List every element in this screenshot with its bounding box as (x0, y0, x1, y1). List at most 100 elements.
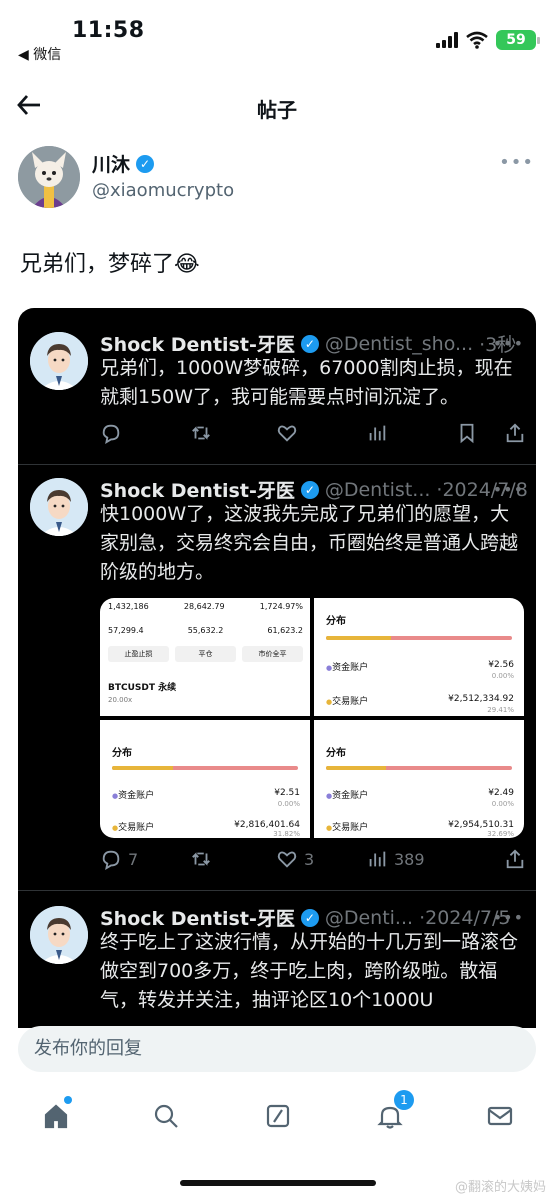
verified-badge-icon: ✓ (300, 334, 319, 353)
trade-label: 交易账户 (326, 820, 368, 833)
like-icon (276, 422, 298, 444)
trade-label: 交易账户 (326, 694, 368, 707)
tweet-actions (100, 422, 530, 448)
trade-row-2: 57,299.4 55,632.2 61,623.2 (108, 626, 303, 635)
author-handle[interactable]: @xiaomucrypto (92, 180, 234, 201)
nav-messages[interactable] (482, 1098, 518, 1134)
trade-pct: 29.41% (487, 706, 514, 714)
take-profit-button: 止盈止损 (108, 646, 169, 662)
trade-label: 交易账户 (112, 820, 154, 833)
trade-value: 1,724.97% (259, 602, 303, 611)
fund-pct: 0.00% (277, 800, 300, 808)
divider (18, 890, 536, 891)
like-count: 3 (276, 848, 314, 870)
tweet-header: Shock Dentist-牙医 ✓ @Denti... ·2024/7/5 (100, 904, 510, 931)
trade-row: 交易账户 ¥2,512,334.92 (326, 694, 514, 707)
verified-badge-icon: ✓ (300, 480, 319, 499)
tweet-actions: 7 3 389 (100, 848, 530, 874)
bookmark-icon (456, 422, 478, 444)
tile-title: 分布 (112, 748, 132, 759)
status-time: 11:58 (72, 18, 145, 43)
watermark: @翻滚的大姨妈 (454, 1180, 546, 1195)
views-icon (369, 851, 386, 867)
tile-title: 分布 (326, 748, 346, 759)
trade-pair: BTCUSDT 永续 (108, 683, 177, 693)
like-count-text: 3 (304, 849, 315, 869)
distribution-bar (112, 766, 298, 770)
divider (18, 464, 536, 465)
home-indicator[interactable] (180, 1180, 376, 1186)
tile-title: 分布 (326, 616, 346, 627)
notification-badge: 1 (394, 1090, 414, 1110)
status-icons: 59 (436, 30, 540, 50)
trade-pct: 32.69% (487, 830, 514, 838)
fund-pct: 0.00% (491, 672, 514, 680)
nav-home[interactable] (38, 1096, 74, 1134)
nav-notifications[interactable]: 1 (372, 1090, 414, 1134)
post-text: 兄弟们，梦碎了😂 (20, 252, 200, 277)
tweet-handle: @Dentist_sho... (324, 332, 474, 355)
close-position-button: 平仓 (175, 646, 236, 662)
verified-badge-icon: ✓ (136, 154, 155, 173)
views-count: 389 (366, 848, 425, 870)
reply-count-text: 7 (128, 849, 139, 869)
fund-label: 资金账户 (326, 788, 368, 801)
tweet-handle: @Dentist... (324, 478, 431, 501)
verified-badge-icon: ✓ (300, 908, 319, 927)
home-unread-dot (64, 1096, 72, 1104)
dentist-avatar (30, 478, 88, 536)
trade-value: 61,623.2 (267, 626, 303, 635)
market-close-button: 市价全平 (242, 646, 303, 662)
grok-icon (266, 1104, 290, 1128)
trade-value: 57,299.4 (108, 626, 144, 635)
back-to-app-link[interactable]: ◀ 微信 (18, 44, 61, 64)
dentist-avatar (30, 332, 88, 390)
battery-icon: 59 (496, 30, 540, 50)
trade-screenshot: 1,432,186 28,642.79 1,724.97% 57,299.4 5… (100, 598, 310, 716)
more-options-icon: ••• (492, 908, 524, 927)
wifi-icon (466, 31, 488, 49)
embedded-screenshot[interactable]: Shock Dentist-牙医 ✓ @Dentist_sho... ·3秒 •… (18, 308, 536, 1028)
views-count-text: 389 (394, 849, 425, 869)
nav-search[interactable] (148, 1098, 184, 1134)
avatar[interactable] (18, 146, 80, 208)
trade-row: 交易账户 ¥2,954,510.31 (326, 820, 514, 833)
tweet-header: Shock Dentist-牙医 ✓ @Dentist_sho... ·3秒 (100, 330, 516, 357)
author-name-row[interactable]: 川沐 ✓ (92, 150, 155, 177)
reply-input[interactable]: 发布你的回复 (18, 1026, 536, 1072)
fund-label: 资金账户 (112, 788, 154, 801)
retweet-icon (190, 848, 212, 870)
trade-pct: 31.82% (273, 830, 300, 838)
tweet-author-name: Shock Dentist-牙医 (100, 480, 295, 502)
fund-row: 资金账户 ¥2.56 (326, 660, 514, 673)
share-icon (504, 422, 526, 444)
distribution-bar (326, 766, 512, 770)
fund-label: 资金账户 (326, 660, 368, 673)
image-grid: 1,432,186 28,642.79 1,724.97% 57,299.4 5… (100, 598, 524, 838)
trade-row-1: 1,432,186 28,642.79 1,724.97% (108, 602, 303, 611)
bottom-nav: 1 (0, 1090, 554, 1138)
more-options-icon: ••• (492, 334, 524, 353)
home-icon (44, 1104, 68, 1129)
views-icon (366, 422, 388, 444)
tweet-author-name: Shock Dentist-牙医 (100, 334, 295, 356)
trade-value: 55,632.2 (187, 626, 224, 635)
trade-value: 28,642.79 (183, 602, 225, 611)
search-icon (154, 1104, 178, 1128)
tweet-header: Shock Dentist-牙医 ✓ @Dentist... ·2024/7/8 (100, 476, 528, 503)
mail-icon (487, 1106, 513, 1126)
trade-value: 1,432,186 (108, 602, 149, 611)
author-name[interactable]: 川沐 (92, 150, 130, 177)
trade-buttons: 止盈止损 平仓 市价全平 (108, 646, 303, 662)
fund-pct: 0.00% (491, 800, 514, 808)
nav-grok[interactable] (260, 1098, 296, 1134)
reply-count: 7 (100, 848, 138, 870)
distribution-tile: 分布 资金账户 ¥2.56 0.00% 交易账户 ¥2,512,334.92 2… (314, 598, 524, 716)
more-options-icon[interactable]: ••• (499, 152, 534, 173)
retweet-icon (190, 422, 212, 444)
cellular-signal-icon (436, 32, 458, 48)
trade-row: 交易账户 ¥2,816,401.64 (112, 820, 300, 833)
tweet-body: 终于吃上了这波行情，从开始的十几万到一路滚仓做空到700多万，终于吃上肉，跨阶级… (100, 931, 519, 1011)
share-icon (504, 848, 526, 870)
tweet-body: 兄弟们，1000W梦破碎，67000割肉止损，现在就剩150W了，我可能需要点时… (100, 357, 513, 408)
